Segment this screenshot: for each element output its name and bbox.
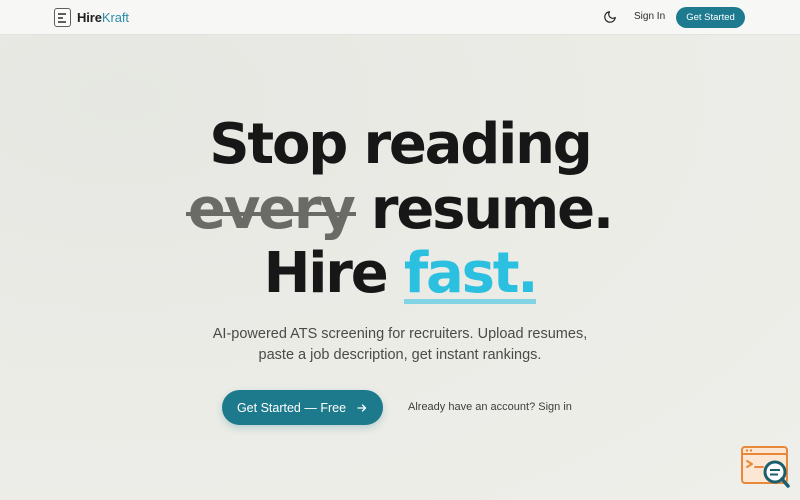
- account-prompt: Already have an account? Sign in: [408, 401, 572, 413]
- struck-word: every: [186, 177, 356, 242]
- headline-line2-rest: resume.: [353, 177, 614, 242]
- document-logo-icon: [54, 8, 71, 27]
- account-text: Already have an account?: [408, 401, 539, 413]
- hero-headline-line3: Hire fast.: [0, 242, 800, 306]
- nav-get-started-button[interactable]: Get Started: [676, 7, 745, 28]
- brand-name: HireKraft: [77, 10, 129, 25]
- moon-icon[interactable]: [603, 10, 617, 24]
- cta-label: Get Started — Free: [236, 400, 347, 415]
- landing-page: HireKraft Sign In Get Started Stop readi…: [0, 0, 800, 500]
- nav-sign-in-link[interactable]: Sign In: [634, 11, 665, 22]
- hero-headline-line2: every resume.: [0, 178, 800, 242]
- highlighted-word: fast.: [403, 241, 539, 306]
- top-nav: HireKraft Sign In Get Started: [0, 0, 800, 35]
- hero-subtitle-line2: paste a job description, get instant ran…: [258, 347, 542, 363]
- arrow-right-icon: [357, 403, 367, 412]
- search-document-icon[interactable]: [741, 446, 791, 490]
- hero-headline-line1: Stop reading: [209, 112, 593, 177]
- brand-name-part2: Kraft: [101, 10, 129, 25]
- brand-logo[interactable]: HireKraft: [54, 8, 129, 27]
- sign-in-link[interactable]: Sign in: [538, 401, 572, 413]
- get-started-free-button[interactable]: Get Started — Free: [222, 390, 383, 425]
- brand-name-part1: Hire: [77, 10, 102, 25]
- hero-subtitle-line1: AI-powered ATS screening for recruiters.…: [212, 326, 588, 342]
- headline-line3-prefix: Hire: [263, 241, 404, 306]
